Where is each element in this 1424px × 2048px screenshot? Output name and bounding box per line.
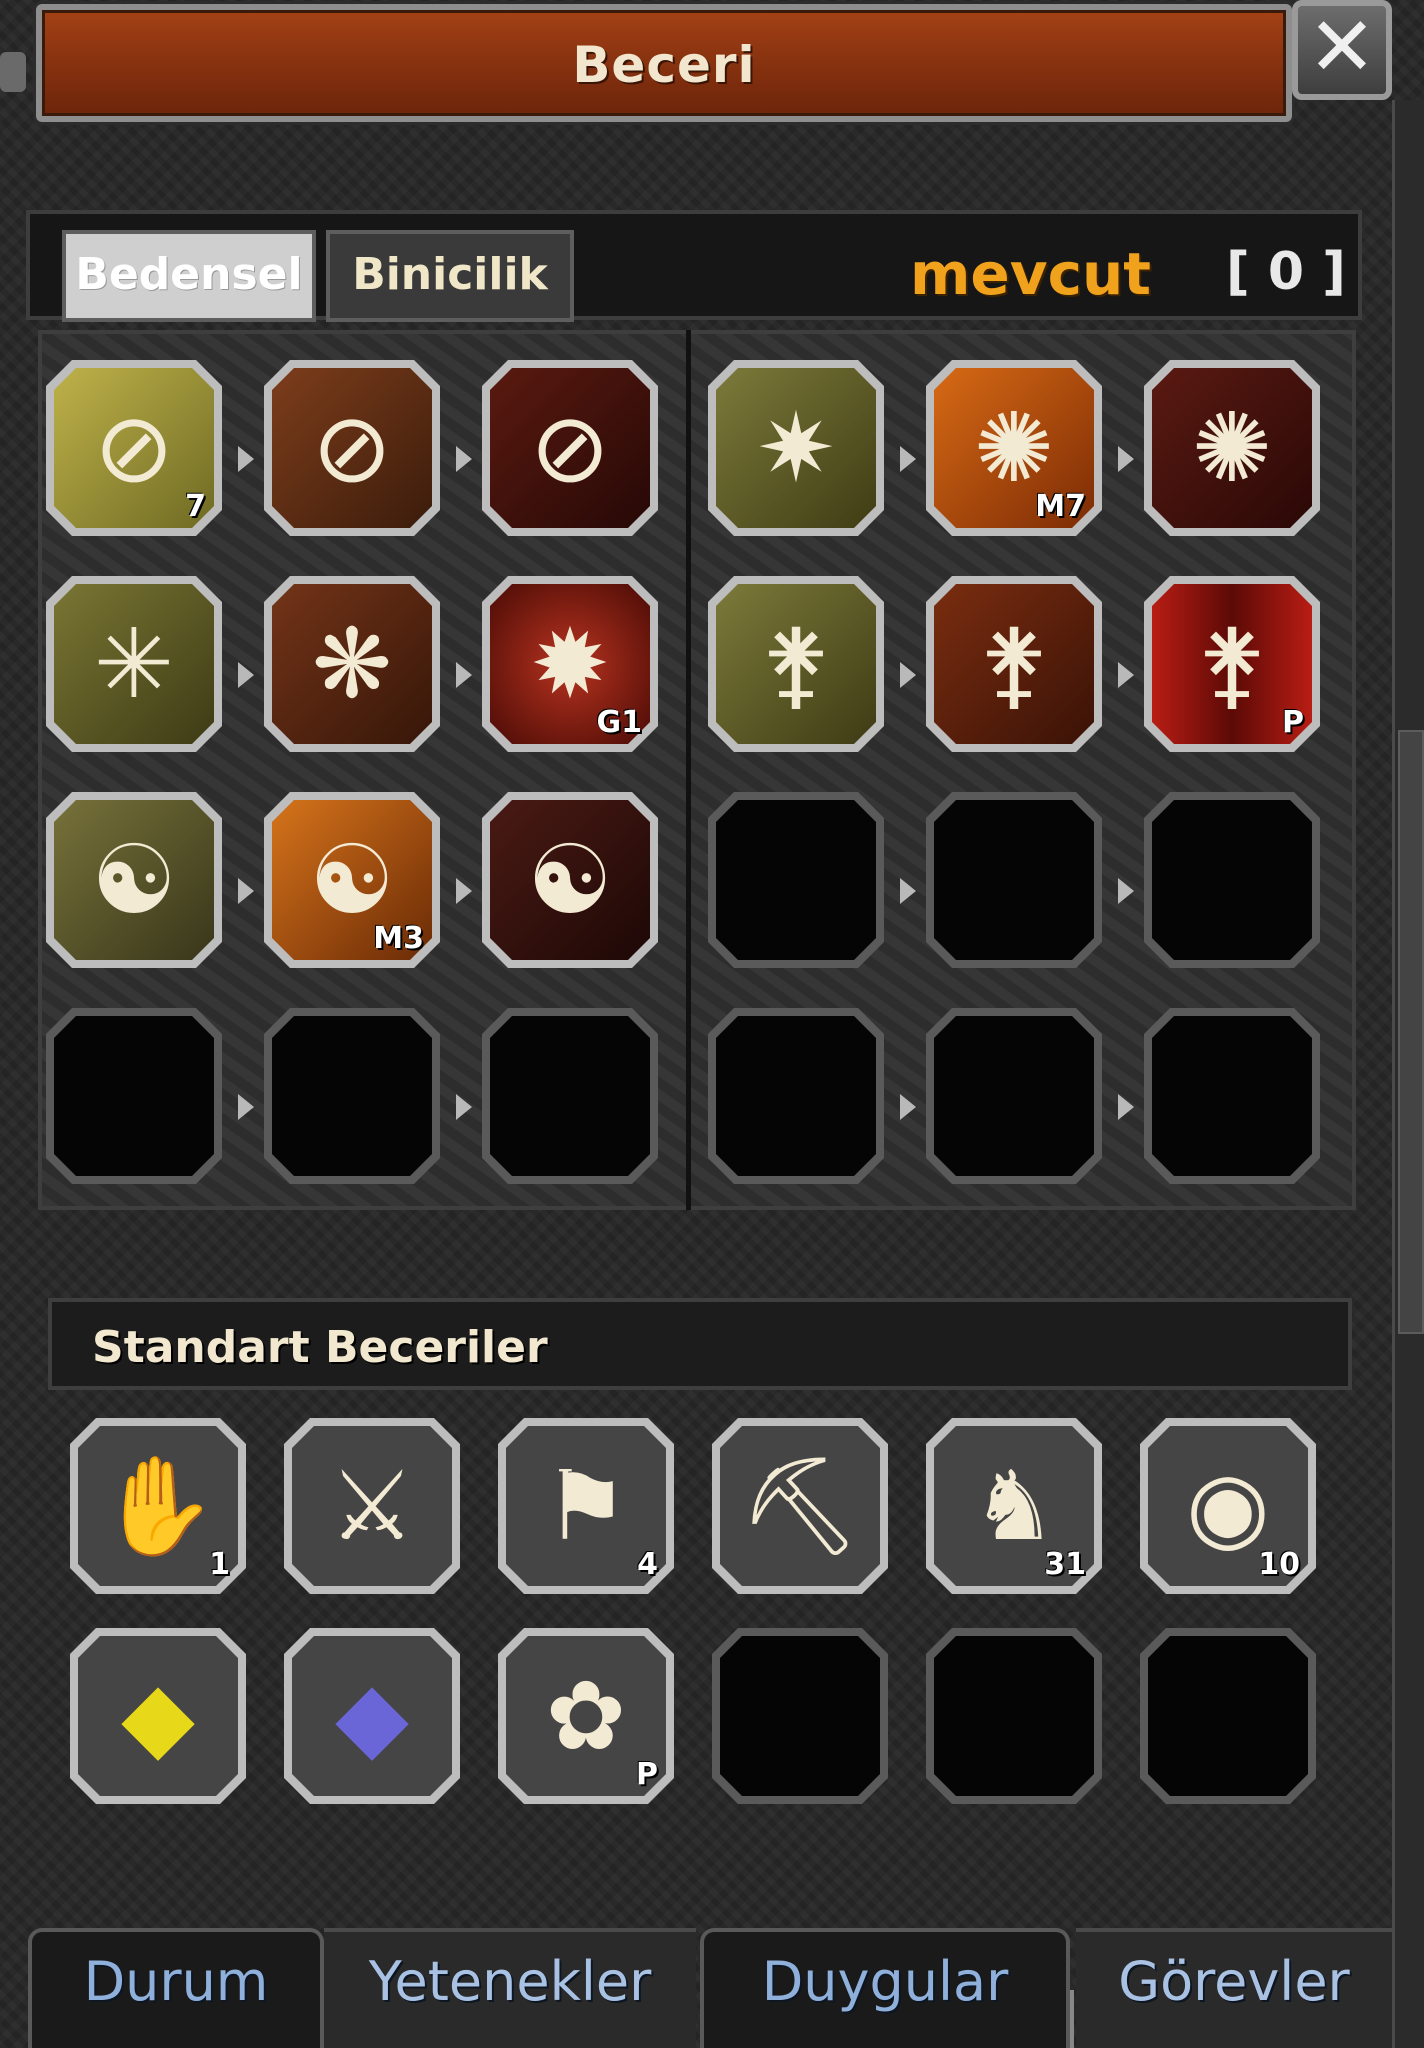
skill-slot[interactable]: ☯ [46, 792, 222, 968]
standard-skills-title: Standart Beceriler [92, 1322, 548, 1373]
skill-slot[interactable]: ☯ [482, 792, 658, 968]
empty-skill-slot [264, 1008, 440, 1184]
empty-skill-slot [708, 1008, 884, 1184]
close-icon[interactable]: ✕ [1292, 0, 1392, 100]
sword-feather-icon: ⚵ [934, 584, 1094, 744]
tab-duygular[interactable]: Duygular [700, 1928, 1070, 2048]
tab-binicilik[interactable]: Binicilik [326, 230, 574, 322]
skill-slot[interactable]: ✹ G1 [482, 576, 658, 752]
standard-skill-slot[interactable]: ✿ P [498, 1628, 674, 1804]
upgrade-arrow-icon [238, 878, 254, 904]
sword-feather-icon: ⚵ [716, 584, 876, 744]
triple-slash-icon: ⊘ [490, 368, 650, 528]
upgrade-arrow-icon [900, 662, 916, 688]
skill-level: M3 [373, 921, 424, 956]
crossed-tools-icon: ⚔ [292, 1426, 452, 1586]
skill-level: 10 [1258, 1547, 1300, 1582]
skills-panel-divider [686, 330, 691, 1210]
standard-skill-slot[interactable]: ♞ 31 [926, 1418, 1102, 1594]
bottom-tab-bar: Durum Yetenekler Duygular Görevler [0, 1920, 1424, 2048]
empty-standard-skill-slot [712, 1628, 888, 1804]
empty-skill-slot [926, 792, 1102, 968]
empty-skill-slot [46, 1008, 222, 1184]
upgrade-arrow-icon [456, 1094, 472, 1120]
empty-standard-skill-slot [1140, 1628, 1316, 1804]
standard-skill-slot[interactable]: ⚑ 4 [498, 1418, 674, 1594]
skill-window: Beceri ✕ Bedensel Binicilik mevcut [ 0 ]… [0, 0, 1424, 2048]
available-points-label: mevcut [910, 240, 1151, 308]
skill-level: 31 [1044, 1547, 1086, 1582]
whirl-burst-icon: ✺ [1152, 368, 1312, 528]
upgrade-arrow-icon [900, 446, 916, 472]
skill-level: 4 [637, 1547, 658, 1582]
whirl-burst-icon: ✷ [716, 368, 876, 528]
upgrade-arrow-icon [1118, 662, 1134, 688]
skill-slot[interactable]: ✺ M7 [926, 360, 1102, 536]
upgrade-arrow-icon [238, 1094, 254, 1120]
skill-level: G1 [596, 705, 643, 740]
tab-separator [1070, 1990, 1074, 2048]
upgrade-arrow-icon [900, 878, 916, 904]
pickaxe-icon: ⛏ [720, 1426, 880, 1586]
yellow-gem-icon: ◆ [78, 1636, 238, 1796]
skill-level: 1 [209, 1547, 230, 1582]
standard-skill-slot[interactable]: ◆ [284, 1628, 460, 1804]
tab-yetenekler[interactable]: Yetenekler [324, 1928, 696, 2048]
skill-slot[interactable]: ⚵ [926, 576, 1102, 752]
standard-skill-slot[interactable]: ⚔ [284, 1418, 460, 1594]
skill-slot[interactable]: ❋ [264, 576, 440, 752]
empty-skill-slot [1144, 1008, 1320, 1184]
empty-standard-skill-slot [926, 1628, 1102, 1804]
upgrade-arrow-icon [456, 662, 472, 688]
skill-slot[interactable]: ⚵ [708, 576, 884, 752]
standard-skill-slot[interactable]: ◆ [70, 1628, 246, 1804]
blue-gem-icon: ◆ [292, 1636, 452, 1796]
skill-slot[interactable]: ⊘ 7 [46, 360, 222, 536]
skill-slot[interactable]: ✺ [1144, 360, 1320, 536]
skill-slot[interactable]: ☯ M3 [264, 792, 440, 968]
upgrade-arrow-icon [1118, 446, 1134, 472]
upgrade-arrow-icon [456, 446, 472, 472]
skill-slot[interactable]: ✳ [46, 576, 222, 752]
upgrade-arrow-icon [1118, 1094, 1134, 1120]
available-points-value: [ 0 ] [1226, 242, 1346, 302]
title-bar[interactable]: Beceri [36, 4, 1292, 122]
standard-skills-header: Standart Beceriler [48, 1298, 1352, 1390]
skill-level: P [636, 1757, 658, 1792]
window-pin-icon [0, 52, 26, 92]
standard-skill-slot[interactable]: ✋ 1 [70, 1418, 246, 1594]
skill-slot[interactable]: ✷ [708, 360, 884, 536]
upgrade-arrow-icon [456, 878, 472, 904]
upgrade-arrow-icon [238, 446, 254, 472]
tab-bedensel[interactable]: Bedensel [62, 230, 316, 322]
standard-skill-slot[interactable]: ⛏ [712, 1418, 888, 1594]
upgrade-arrow-icon [238, 662, 254, 688]
tab-durum[interactable]: Durum [28, 1928, 324, 2048]
skill-slot[interactable]: ⊘ [264, 360, 440, 536]
empty-skill-slot [926, 1008, 1102, 1184]
skill-slot[interactable]: ⚵ P [1144, 576, 1320, 752]
skill-level: M7 [1035, 489, 1086, 524]
skill-level: 7 [185, 489, 206, 524]
standard-skill-slot[interactable]: ◉ 10 [1140, 1418, 1316, 1594]
orb-swirl-icon: ☯ [490, 800, 650, 960]
scrollbar-thumb[interactable] [1398, 730, 1424, 1334]
orb-swirl-icon: ☯ [54, 800, 214, 960]
empty-skill-slot [1144, 792, 1320, 968]
double-slash-icon: ⊘ [272, 368, 432, 528]
claw-burst-icon: ❋ [272, 584, 432, 744]
window-title: Beceri [572, 36, 756, 94]
skill-level: P [1282, 705, 1304, 740]
upgrade-arrow-icon [900, 1094, 916, 1120]
claw-burst-icon: ✳ [54, 584, 214, 744]
skill-tab-bar: Bedensel Binicilik mevcut [ 0 ] [26, 210, 1362, 322]
empty-skill-slot [708, 792, 884, 968]
upgrade-arrow-icon [1118, 878, 1134, 904]
tab-gorevler[interactable]: Görevler [1076, 1928, 1392, 2048]
empty-skill-slot [482, 1008, 658, 1184]
skill-slot[interactable]: ⊘ [482, 360, 658, 536]
